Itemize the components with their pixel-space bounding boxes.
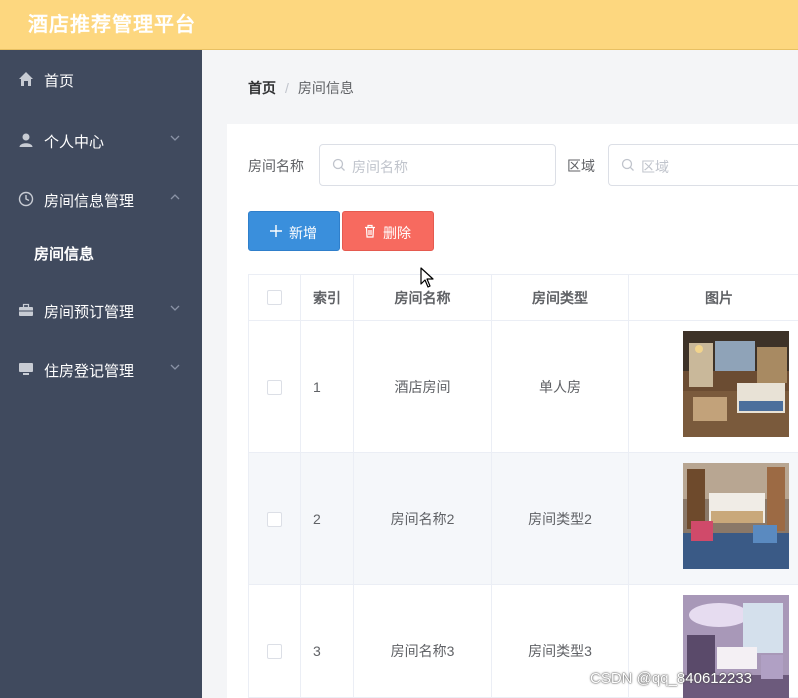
sidebar-item-label: 房间预订管理	[44, 304, 135, 321]
content-panel: 房间名称 房间名称 区域 区域 新增 删除 索引 房间名称 房间类型 图片 1 …	[227, 124, 798, 698]
app-title: 酒店推荐管理平台	[28, 14, 196, 36]
breadcrumb-current: 房间信息	[297, 80, 354, 96]
row-checkbox[interactable]	[267, 512, 282, 527]
cell-index: 3	[301, 585, 354, 698]
home-icon	[19, 72, 33, 86]
breadcrumb: 首页 / 房间信息	[248, 78, 354, 98]
cell-room-name: 酒店房间	[354, 321, 492, 453]
chevron-down-icon	[170, 305, 180, 311]
chevron-up-icon	[170, 194, 180, 200]
sidebar-item-personal-center[interactable]: 个人中心	[0, 115, 202, 165]
sidebar-item-room-booking-management[interactable]: 房间预订管理	[0, 285, 202, 335]
sidebar-item-room-info-management[interactable]: 房间信息管理	[0, 174, 202, 224]
watermark: CSDN @qq_840612233	[590, 670, 753, 687]
add-button-label: 新增	[289, 225, 317, 241]
header-select-cell	[249, 275, 301, 321]
add-button[interactable]: 新增	[248, 211, 340, 251]
cell-index: 1	[301, 321, 354, 453]
search-icon	[332, 158, 345, 171]
sidebar: 首页 个人中心 房间信息管理 房间信息 房间预订管理 住房登记管理	[0, 50, 202, 698]
row-select-cell	[249, 585, 301, 698]
breadcrumb-separator: /	[285, 80, 289, 96]
table-row[interactable]: 2 房间名称2 房间类型2	[249, 453, 798, 585]
cell-room-name: 房间名称3	[354, 585, 492, 698]
row-select-cell	[249, 321, 301, 453]
row-checkbox[interactable]	[267, 380, 282, 395]
chevron-down-icon	[170, 135, 180, 141]
header-room-type: 房间类型	[492, 275, 629, 321]
room-image[interactable]	[683, 463, 789, 569]
delete-button-label: 删除	[383, 225, 411, 241]
room-table: 索引 房间名称 房间类型 图片 1 酒店房间 单人房 2 房间名称2 房间类型2…	[248, 274, 798, 698]
chevron-down-icon	[170, 364, 180, 370]
row-checkbox[interactable]	[267, 644, 282, 659]
sidebar-subitem-label: 房间信息	[34, 246, 95, 263]
select-all-checkbox[interactable]	[267, 290, 282, 305]
clock-icon	[18, 191, 34, 207]
monitor-icon	[19, 363, 33, 375]
table-row[interactable]: 1 酒店房间 单人房	[249, 321, 798, 453]
main-content: 首页 / 房间信息 房间名称 房间名称 区域 区域 新增 删除 索引 房间名称 房间…	[202, 50, 798, 698]
room-name-label: 房间名称	[248, 158, 304, 174]
area-label: 区域	[567, 158, 595, 174]
sidebar-item-label: 个人中心	[44, 134, 105, 151]
mouse-cursor-icon	[420, 267, 434, 288]
room-image[interactable]	[683, 331, 789, 437]
sidebar-item-checkin-management[interactable]: 住房登记管理	[0, 344, 202, 394]
cell-room-type: 单人房	[492, 321, 629, 453]
sidebar-item-label: 首页	[44, 73, 75, 90]
briefcase-icon	[19, 303, 33, 316]
header-image: 图片	[629, 275, 798, 321]
sidebar-item-label: 房间信息管理	[44, 193, 135, 210]
room-name-placeholder: 房间名称	[352, 159, 408, 175]
header-index: 索引	[301, 275, 354, 321]
cell-index: 2	[301, 453, 354, 585]
cell-room-name: 房间名称2	[354, 453, 492, 585]
sidebar-subitem-room-info[interactable]: 房间信息	[0, 232, 202, 272]
room-name-search-input[interactable]: 房间名称	[319, 144, 556, 186]
plus-icon	[270, 225, 282, 237]
area-placeholder: 区域	[641, 159, 669, 175]
user-icon	[19, 133, 33, 147]
area-search-input[interactable]: 区域	[608, 144, 798, 186]
top-header: 酒店推荐管理平台	[0, 0, 798, 50]
cell-room-type: 房间类型2	[492, 453, 629, 585]
sidebar-item-home[interactable]: 首页	[0, 54, 202, 104]
trash-icon	[365, 224, 375, 238]
row-select-cell	[249, 453, 301, 585]
sidebar-item-label: 住房登记管理	[44, 363, 135, 380]
delete-button[interactable]: 删除	[342, 211, 434, 251]
breadcrumb-home[interactable]: 首页	[248, 80, 276, 96]
search-icon	[621, 158, 634, 171]
